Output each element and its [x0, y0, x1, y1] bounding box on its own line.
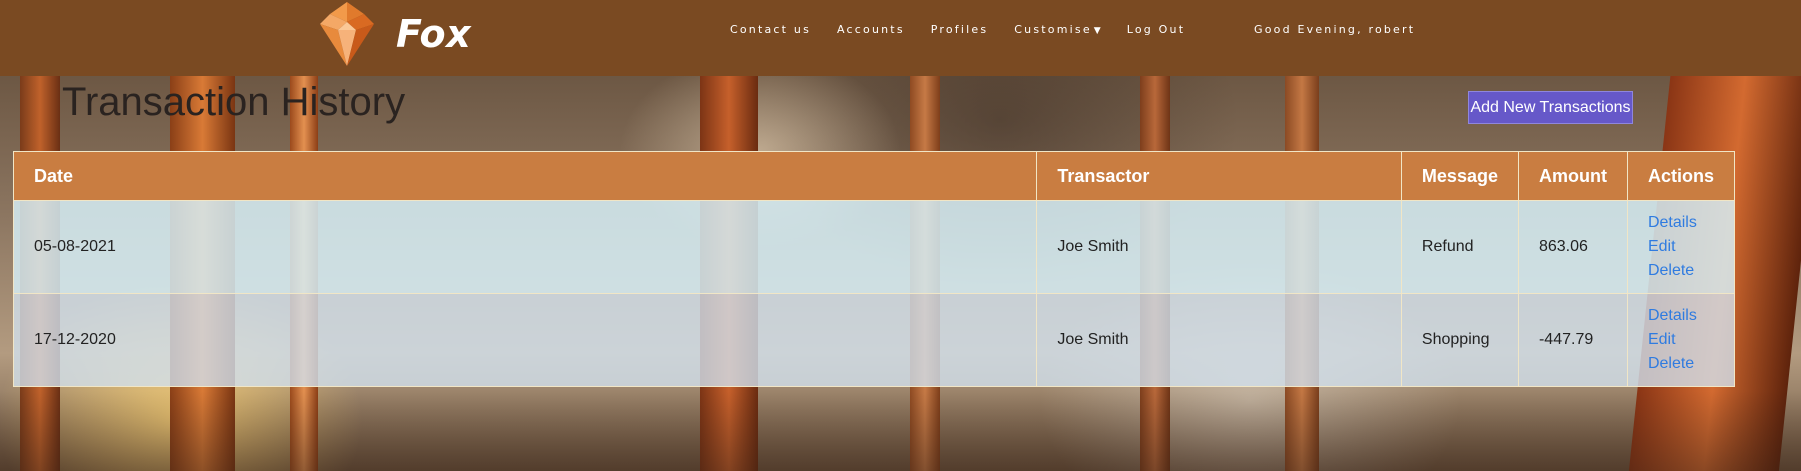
- transactions-table: Date Transactor Message Amount Actions 0…: [12, 151, 1736, 387]
- fox-gem-logo-icon: [320, 2, 374, 66]
- cell-transactor: Joe Smith: [1036, 293, 1402, 387]
- cell-actions: Details Edit Delete: [1626, 200, 1736, 294]
- header-actions: Actions: [1626, 151, 1736, 201]
- table-header-row: Date Transactor Message Amount Actions: [12, 151, 1736, 201]
- cell-message: Shopping: [1400, 293, 1519, 387]
- header-transactor: Transactor: [1036, 151, 1402, 201]
- details-link[interactable]: Details: [1648, 211, 1714, 235]
- header-amount: Amount: [1517, 151, 1628, 201]
- cell-message: Refund: [1400, 200, 1519, 294]
- table-row: 17-12-2020 Joe Smith Shopping -447.79 De…: [12, 293, 1736, 387]
- transactions-table-container: Date Transactor Message Amount Actions 0…: [12, 151, 1736, 387]
- cell-date: 05-08-2021: [12, 200, 1038, 294]
- background-shade: [0, 391, 1801, 471]
- nav-accounts-link[interactable]: Accounts: [837, 23, 905, 36]
- cell-amount: -447.79: [1517, 293, 1628, 387]
- header-date: Date: [12, 151, 1038, 201]
- nav-profiles-link[interactable]: Profiles: [931, 23, 989, 36]
- edit-link[interactable]: Edit: [1648, 235, 1714, 259]
- page-title: Transaction History: [62, 80, 406, 124]
- nav-customise-label: Customise: [1014, 23, 1092, 36]
- brand-home-link[interactable]: Fox: [318, 0, 471, 68]
- delete-link[interactable]: Delete: [1648, 259, 1714, 283]
- nav-links: Contact us Accounts Profiles Customise ▼ …: [730, 23, 1211, 36]
- user-greeting: Good Evening, robert: [1254, 23, 1416, 36]
- caret-down-icon: ▼: [1093, 26, 1101, 36]
- cell-transactor: Joe Smith: [1036, 200, 1402, 294]
- nav-contact-us-link[interactable]: Contact us: [730, 23, 811, 36]
- top-navbar: Fox Contact us Accounts Profiles Customi…: [0, 0, 1801, 76]
- edit-link[interactable]: Edit: [1648, 328, 1714, 352]
- nav-logout-link[interactable]: Log Out: [1127, 23, 1186, 36]
- delete-link[interactable]: Delete: [1648, 352, 1714, 376]
- nav-customise-dropdown[interactable]: Customise ▼: [1014, 23, 1100, 36]
- header-message: Message: [1400, 151, 1519, 201]
- cell-date: 17-12-2020: [12, 293, 1038, 387]
- cell-actions: Details Edit Delete: [1626, 293, 1736, 387]
- cell-amount: 863.06: [1517, 200, 1628, 294]
- brand-name: Fox: [396, 12, 472, 56]
- table-row: 05-08-2021 Joe Smith Refund 863.06 Detai…: [12, 200, 1736, 294]
- add-new-transaction-button[interactable]: Add New Transactions: [1468, 91, 1633, 124]
- details-link[interactable]: Details: [1648, 304, 1714, 328]
